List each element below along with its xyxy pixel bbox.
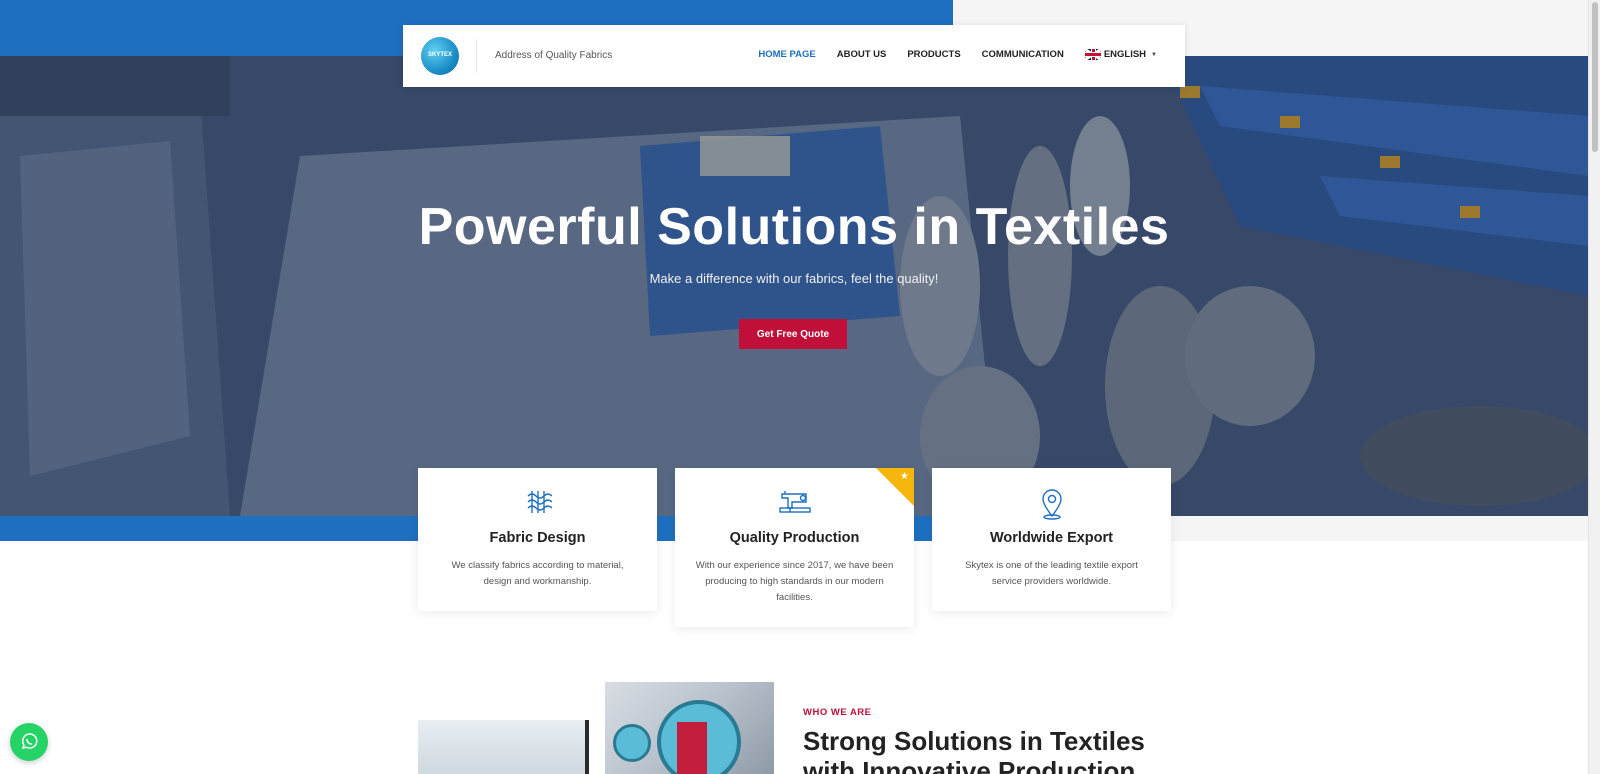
language-selector[interactable]: ENGLISH ▼ xyxy=(1084,49,1157,60)
hero-overlay xyxy=(0,56,1588,516)
hero-subtitle: Make a difference with our fabrics, feel… xyxy=(649,271,939,286)
feature-title: Fabric Design xyxy=(489,530,586,546)
header-divider xyxy=(476,39,477,73)
feature-card-quality-production: ★ Quality Production With our experience… xyxy=(675,468,914,627)
logo-text: SKYTEX xyxy=(427,52,452,58)
site-header: SKYTEX Address of Quality Fabrics HOME P… xyxy=(403,25,1185,87)
get-free-quote-button[interactable]: Get Free Quote xyxy=(739,319,847,349)
feature-title: Worldwide Export xyxy=(990,530,1113,546)
nav-communication[interactable]: COMMUNICATION xyxy=(982,49,1064,60)
feature-text: With our experience since 2017, we have … xyxy=(695,560,894,603)
star-icon: ★ xyxy=(900,471,909,482)
feature-card-fabric-design: Fabric Design We classify fabrics accord… xyxy=(418,468,657,611)
language-label: ENGLISH xyxy=(1103,49,1147,60)
about-image-spools xyxy=(605,682,774,774)
feature-text: Skytex is one of the leading textile exp… xyxy=(965,560,1138,587)
feature-card-worldwide-export: Worldwide Export Skytex is one of the le… xyxy=(932,468,1171,611)
page-scrollbar[interactable] xyxy=(1588,0,1600,774)
skytex-logo[interactable]: SKYTEX xyxy=(421,37,459,75)
caret-down-icon: ▼ xyxy=(1151,51,1157,58)
hero-title: Powerful Solutions in Textiles xyxy=(418,198,1170,256)
fabric-icon xyxy=(527,491,552,513)
feature-title: Quality Production xyxy=(729,530,860,546)
uk-flag-icon xyxy=(1084,49,1101,60)
main-nav: HOME PAGE ABOUT US PRODUCTS COMMUNICATIO… xyxy=(758,49,1157,60)
scrollbar-thumb[interactable] xyxy=(1592,2,1598,152)
about-image-office xyxy=(418,720,589,774)
whatsapp-button[interactable] xyxy=(10,723,48,761)
hero-section: Powerful Solutions in Textiles Make a di… xyxy=(0,56,1588,516)
nav-home-page[interactable]: HOME PAGE xyxy=(758,49,815,60)
feature-text: We classify fabrics according to materia… xyxy=(451,560,624,587)
about-title: Strong Solutions in Textiles with Innova… xyxy=(803,726,1145,774)
nav-about-us[interactable]: ABOUT US xyxy=(837,49,887,60)
nav-products[interactable]: PRODUCTS xyxy=(907,49,960,60)
sewing-machine-icon xyxy=(778,491,811,513)
about-eyebrow: WHO WE ARE xyxy=(803,707,872,718)
header-tagline: Address of Quality Fabrics xyxy=(495,50,613,61)
location-pin-icon xyxy=(1041,489,1062,520)
whatsapp-icon xyxy=(21,733,38,750)
